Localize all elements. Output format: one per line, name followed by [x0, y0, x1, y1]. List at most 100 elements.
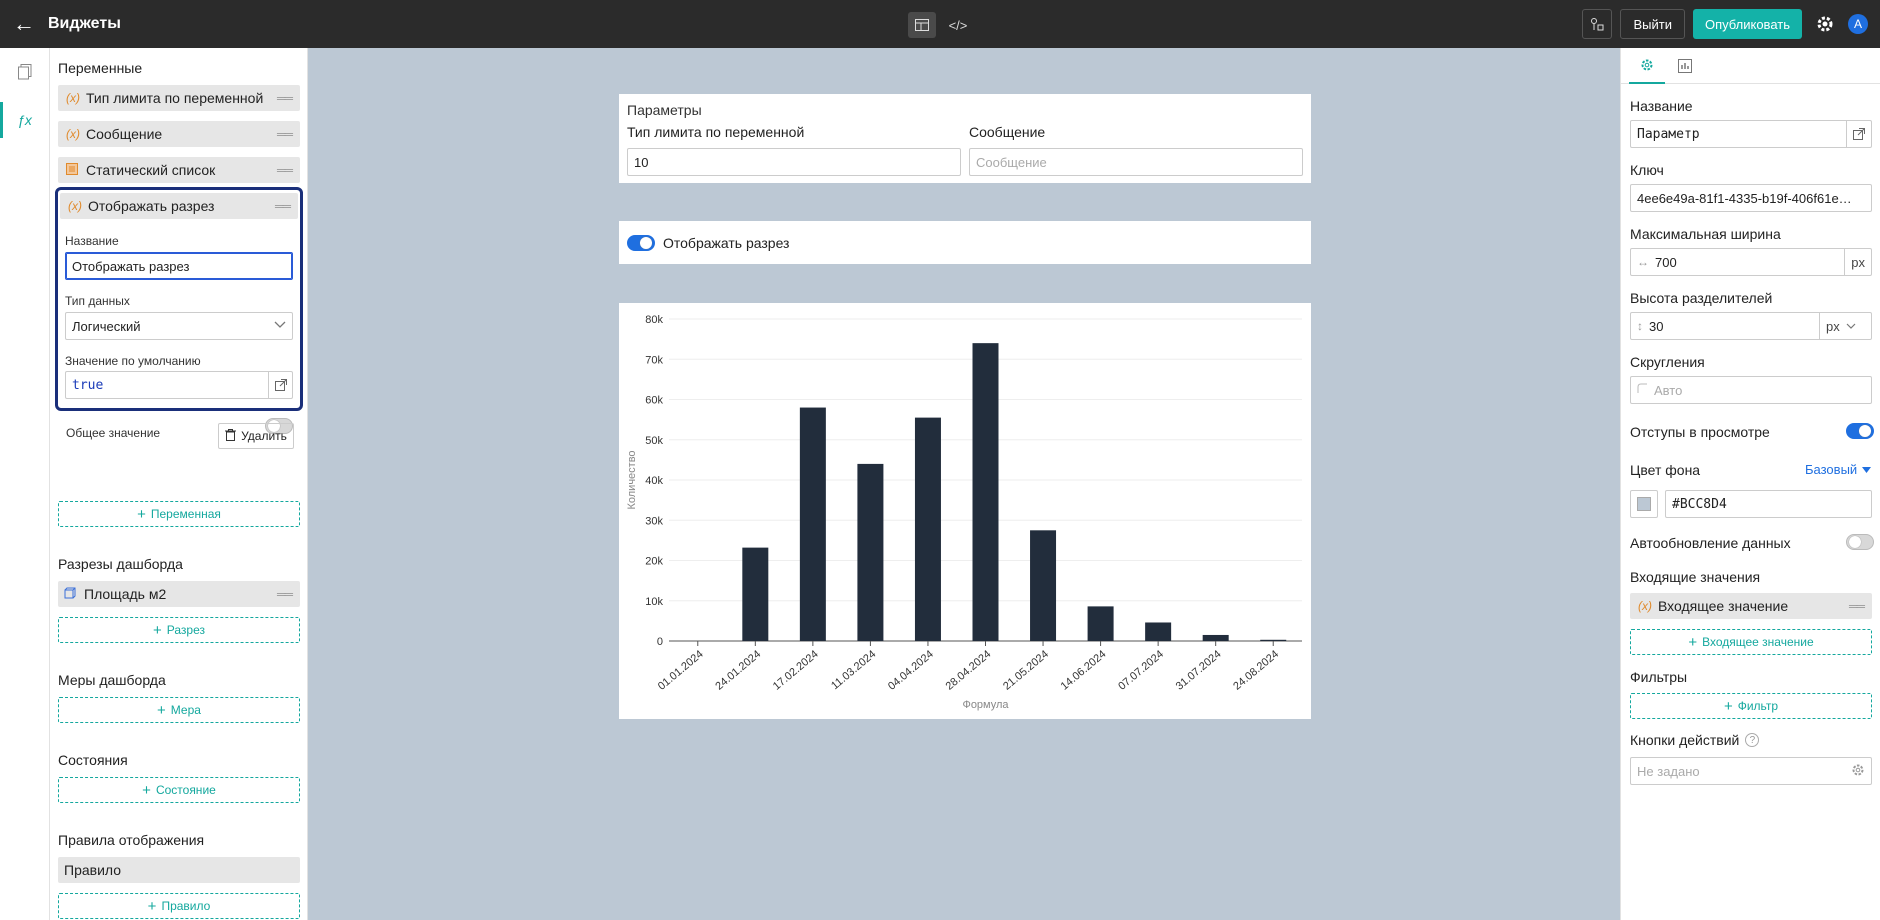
bg-color-label: Цвет фона — [1630, 462, 1701, 478]
y-tick-label: 80k — [645, 314, 663, 326]
y-tick-label: 0 — [657, 636, 663, 648]
add-rule-button[interactable]: + Правило — [58, 893, 300, 919]
key-label: Ключ — [1630, 162, 1664, 178]
code-icon[interactable]: </> — [944, 12, 972, 38]
pages-icon[interactable] — [0, 48, 49, 96]
measures-title: Меры дашборда — [58, 672, 166, 688]
right-tabs — [1621, 48, 1880, 84]
bar — [1087, 606, 1114, 641]
params-title: Параметры — [627, 102, 702, 118]
plus-icon: + — [153, 621, 162, 639]
bar-chart: 0 10k 20k 30k 40k 50k 60k 70k 80k 01.01.2024 24.01… — [626, 314, 1302, 711]
param-label: Тип лимита по переменной — [627, 124, 805, 140]
gear-icon[interactable] — [1810, 9, 1840, 39]
rule-item[interactable]: Правило — [58, 857, 300, 883]
slice-item[interactable]: Площадь м2 ══ — [58, 581, 300, 607]
message-input[interactable]: Сообщение — [969, 148, 1303, 176]
vertical-arrows-icon: ↕ — [1637, 319, 1643, 333]
toggle-widget[interactable]: Отображать разрез — [619, 221, 1311, 264]
open-editor-icon[interactable] — [268, 372, 292, 398]
plus-icon: + — [142, 781, 151, 799]
plus-icon: + — [147, 897, 157, 915]
drag-handle-icon[interactable]: ══ — [1849, 599, 1865, 613]
y-tick-label: 50k — [645, 435, 663, 447]
plus-icon: + — [157, 701, 166, 719]
widget-name-input[interactable]: Параметр — [1630, 120, 1872, 148]
variable-item[interactable]: (x) Тип лимита по переменной ══ — [58, 85, 300, 111]
divider-height-input[interactable]: ↕ 30 px — [1630, 312, 1872, 340]
x-tick-label: 11.03.2024 — [829, 648, 878, 692]
y-axis-label: Количество — [626, 450, 638, 509]
drag-handle-icon[interactable]: ══ — [277, 163, 293, 177]
limit-type-input[interactable]: 10 — [627, 148, 961, 176]
color-swatch-button[interactable] — [1630, 490, 1658, 518]
bg-mode-select[interactable]: Базовый — [1805, 462, 1872, 477]
add-variable-button[interactable]: + Переменная — [58, 501, 300, 527]
incoming-value-item[interactable]: (x) Входящее значение ══ — [1630, 593, 1872, 619]
padding-preview-toggle[interactable] — [1846, 423, 1874, 439]
variable-item[interactable]: (x) Сообщение ══ — [58, 121, 300, 147]
drag-handle-icon[interactable]: ══ — [277, 91, 293, 105]
x-tick-label: 07.07.2024 — [1116, 648, 1166, 693]
publish-button[interactable]: Опубликовать — [1692, 9, 1802, 39]
x-axis-label: Формула — [962, 699, 1009, 711]
maxwidth-input[interactable]: ↔ 700 px — [1630, 248, 1872, 276]
maxwidth-label: Максимальная ширина — [1630, 226, 1781, 242]
bar — [742, 547, 769, 641]
left-panel: Переменные (x) Тип лимита по переменной … — [50, 48, 308, 920]
settings-tab-icon[interactable] — [1629, 48, 1665, 84]
variable-item[interactable]: Статический список ══ — [58, 157, 300, 183]
y-tick-label: 70k — [645, 354, 663, 366]
color-swatch — [1637, 497, 1651, 511]
caret-down-icon — [1862, 466, 1872, 473]
x-tick-label: 17.02.2024 — [771, 648, 821, 693]
variables-title: Переменные — [58, 60, 143, 76]
default-value-input[interactable]: true — [65, 371, 293, 399]
y-tick-label: 20k — [645, 556, 663, 568]
unit-select[interactable]: px — [1819, 313, 1871, 339]
help-icon[interactable]: ? — [1745, 733, 1760, 747]
drag-handle-icon[interactable]: ══ — [275, 199, 291, 213]
gear-icon[interactable] — [1851, 763, 1865, 780]
link-settings-icon[interactable] — [1582, 9, 1613, 39]
drag-handle-icon[interactable]: ══ — [277, 587, 293, 601]
chart-tab-icon[interactable] — [1667, 48, 1703, 84]
bar — [1145, 622, 1172, 641]
rounding-input[interactable]: Авто — [1630, 376, 1872, 404]
default-label: Значение по умолчанию — [65, 354, 201, 368]
autorefresh-toggle[interactable] — [1846, 534, 1874, 550]
add-measure-button[interactable]: + Мера — [58, 697, 300, 723]
right-panel: Название Параметр Ключ 4ee6e49a-81f1-433… — [1620, 48, 1880, 920]
params-widget[interactable]: Параметры Тип лимита по переменной Сообщ… — [619, 94, 1311, 183]
delete-button[interactable]: Удалить — [218, 423, 294, 449]
back-arrow-icon[interactable]: ← — [0, 0, 48, 48]
name-label: Название — [1630, 98, 1693, 114]
action-buttons-input[interactable]: Не задано — [1630, 757, 1872, 785]
chart-widget[interactable]: 0 10k 20k 30k 40k 50k 60k 70k 80k 01.01.2024 24.01… — [619, 303, 1311, 719]
bar — [799, 407, 826, 641]
add-filter-button[interactable]: + Фильтр — [1630, 693, 1872, 719]
exit-button[interactable]: Выйти — [1620, 9, 1685, 39]
unit-label: px — [1844, 249, 1871, 275]
add-state-button[interactable]: + Состояние — [58, 777, 300, 803]
open-editor-icon[interactable] — [1846, 121, 1871, 147]
bar — [1030, 530, 1057, 641]
name-input[interactable]: Отображать разрез — [65, 252, 293, 280]
fx-icon[interactable]: ƒx — [0, 96, 49, 144]
corner-icon — [1637, 383, 1648, 397]
avatar[interactable]: A — [1848, 14, 1868, 34]
key-input[interactable]: 4ee6e49a-81f1-4335-b19f-406f61e… — [1630, 184, 1872, 212]
datatype-select[interactable]: Логический — [65, 312, 293, 340]
add-slice-button[interactable]: + Разрез — [58, 617, 300, 643]
list-icon — [66, 162, 86, 178]
bg-color-input[interactable]: #BCC8D4 — [1665, 490, 1872, 518]
y-tick-label: 30k — [645, 515, 663, 527]
variable-item-selected[interactable]: (x) Отображать разрез ══ — [60, 193, 298, 219]
show-slice-toggle[interactable] — [627, 234, 655, 251]
padding-preview-label: Отступы в просмотре — [1630, 424, 1770, 440]
autorefresh-label: Автообновление данных — [1630, 535, 1791, 551]
add-incoming-value-button[interactable]: + Входящее значение — [1630, 629, 1872, 655]
drag-handle-icon[interactable]: ══ — [277, 127, 293, 141]
x-tick-label: 24.08.2024 — [1231, 648, 1281, 693]
layout-icon[interactable] — [908, 12, 936, 38]
